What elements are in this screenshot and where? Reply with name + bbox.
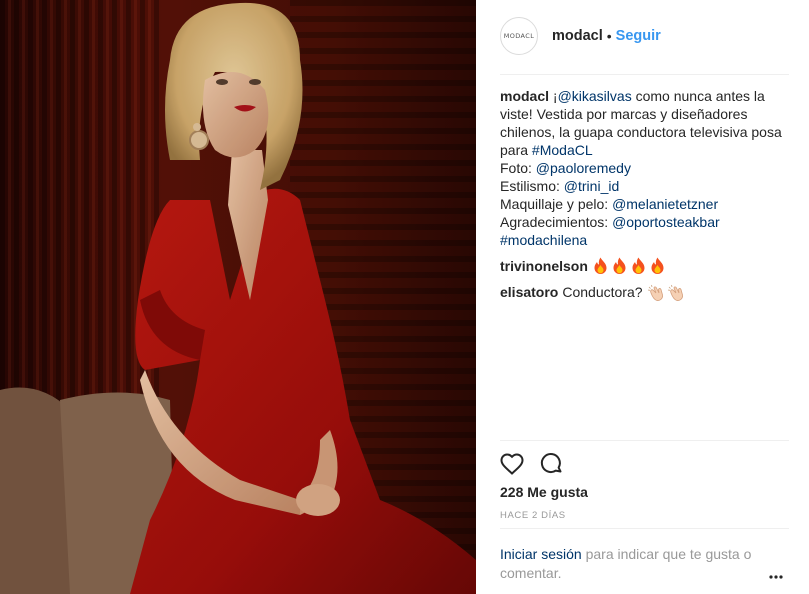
- mention-link[interactable]: @kikasilvas: [558, 88, 632, 104]
- comment-item: trivinonelson: [500, 256, 789, 275]
- follow-button[interactable]: Seguir: [616, 28, 661, 44]
- avatar[interactable]: MODACL: [500, 17, 538, 55]
- login-link[interactable]: Iniciar sesión: [500, 546, 582, 562]
- divider: [500, 528, 789, 529]
- likes-count[interactable]: 228 Me gusta: [500, 484, 588, 500]
- hashtag-link[interactable]: #modachilena: [500, 231, 789, 249]
- clapping-hands-icon: [647, 284, 663, 301]
- caption-label: Agradecimientos:: [500, 214, 613, 230]
- hashtag-link[interactable]: #ModaCL: [532, 142, 593, 158]
- clapping-hands-icon: [667, 284, 683, 301]
- comment-item: elisatoro Conductora?: [500, 282, 789, 301]
- caption-line-agradecimientos: Agradecimientos: @oportosteakbar: [500, 213, 789, 231]
- post-detail-panel: MODACL modacl • Seguir modacl ¡@kikasilv…: [476, 0, 809, 594]
- caption-label: Foto:: [500, 160, 536, 176]
- comment-icon: [540, 453, 562, 474]
- mention-link[interactable]: @melanietetzner: [612, 196, 718, 212]
- fire-icon: [651, 257, 664, 275]
- like-button[interactable]: [498, 450, 526, 478]
- caption-line-maquillaje: Maquillaje y pelo: @melanietetzner: [500, 195, 789, 213]
- comment-emojis: [592, 256, 668, 275]
- comment-text: Conductora?: [562, 283, 643, 300]
- post-timestamp[interactable]: HACE 2 DÍAS: [500, 510, 566, 521]
- comment-emojis: [647, 282, 687, 301]
- fire-icon: [594, 257, 607, 275]
- mention-link[interactable]: @trini_id: [564, 178, 619, 194]
- portrait-photo: [0, 0, 476, 594]
- mention-link[interactable]: @paoloremedy: [536, 160, 631, 176]
- heart-icon: [500, 453, 524, 475]
- divider: [500, 74, 789, 75]
- caption-username[interactable]: modacl: [500, 88, 549, 104]
- header-separator: •: [606, 28, 612, 44]
- caption-label: Maquillaje y pelo:: [500, 196, 613, 212]
- divider: [500, 440, 789, 441]
- comment-username[interactable]: elisatoro: [500, 283, 558, 301]
- more-options-icon: [769, 575, 783, 579]
- caption-label: Estilismo:: [500, 178, 564, 194]
- action-bar: [498, 450, 578, 478]
- post-photo[interactable]: [0, 0, 476, 594]
- caption-line-foto: Foto: @paoloremedy: [500, 159, 789, 177]
- comment-username[interactable]: trivinonelson: [500, 257, 588, 275]
- post-header: MODACL modacl • Seguir: [500, 16, 789, 56]
- fire-icon: [632, 257, 645, 275]
- more-options-button[interactable]: [769, 566, 783, 584]
- header-username[interactable]: modacl: [552, 28, 603, 44]
- mention-link[interactable]: @oportosteakbar: [612, 214, 720, 230]
- caption: modacl ¡@kikasilvas como nunca antes la …: [500, 87, 789, 249]
- login-prompt: Iniciar sesión para indicar que te gusta…: [500, 545, 765, 583]
- caption-line-estilismo: Estilismo: @trini_id: [500, 177, 789, 195]
- comment-button[interactable]: [538, 450, 566, 478]
- avatar-logo-text: MODACL: [503, 32, 535, 40]
- comments-section: modacl ¡@kikasilvas como nunca antes la …: [500, 87, 789, 302]
- fire-icon: [613, 257, 626, 275]
